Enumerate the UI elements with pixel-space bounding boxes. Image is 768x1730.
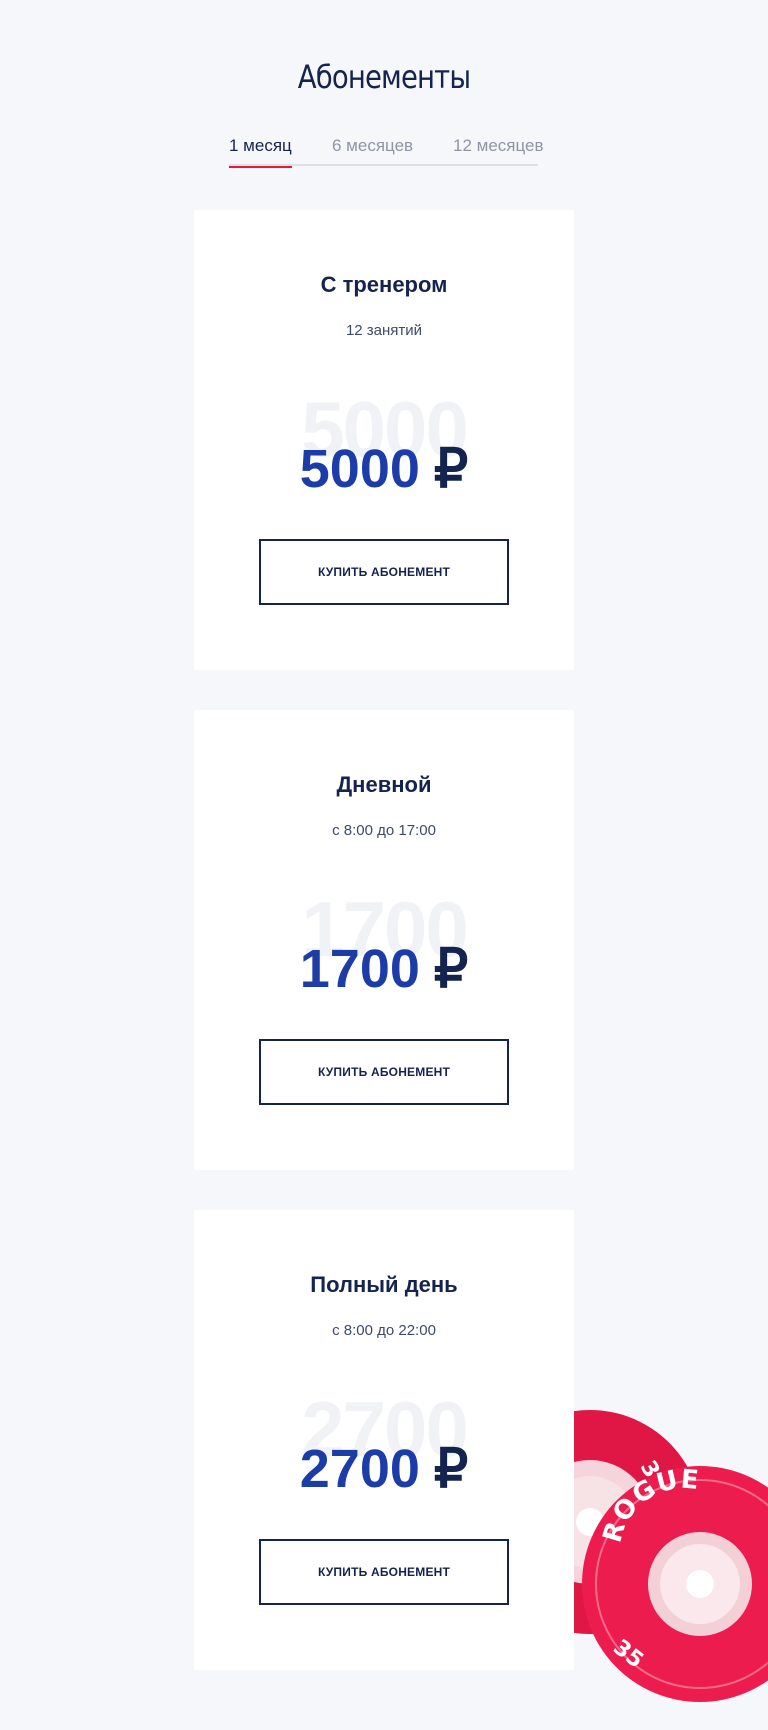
plan-price: 5000 ₽	[194, 442, 574, 496]
price-value: 2700	[299, 1439, 420, 1499]
period-tabs: 1 месяц 6 месяцев 12 месяцев	[229, 134, 544, 168]
plan-subtitle: 12 занятий	[345, 322, 423, 339]
price-currency: ₽	[433, 439, 469, 499]
page-title: Абонементы	[297, 58, 471, 96]
plan-price: 1700 ₽	[194, 942, 574, 996]
price-value: 5000	[299, 439, 420, 499]
plan-subtitle: с 8:00 до 22:00	[332, 1322, 436, 1339]
tab-12-months[interactable]: 12 месяцев	[453, 136, 544, 156]
plan-title: Полный день	[310, 1272, 458, 1297]
plan-card-day: Дневной с 8:00 до 17:00 1700 1700 ₽ КУПИТ…	[194, 710, 574, 1170]
plan-title: С тренером	[320, 272, 448, 297]
bumper-plates-icon: 35 ROGUE 35	[574, 1410, 768, 1702]
tab-6-months[interactable]: 6 месяцев	[332, 136, 413, 156]
price-currency: ₽	[433, 1439, 469, 1499]
buy-subscription-button[interactable]: КУПИТЬ АБОНЕМЕНТ	[259, 1539, 509, 1605]
weight-plates-image: 35 ROGUE 35	[574, 1404, 768, 1704]
plan-subtitle: с 8:00 до 17:00	[332, 822, 436, 839]
plan-card-trainer: С тренером 12 занятий 5000 5000 ₽ КУПИТЬ …	[194, 210, 574, 670]
price-currency: ₽	[433, 939, 469, 999]
plan-title: Дневной	[336, 772, 432, 797]
plan-card-full-day: Полный день с 8:00 до 22:00 2700 2700 ₽ К…	[194, 1210, 574, 1670]
tab-1-month[interactable]: 1 месяц	[229, 136, 292, 168]
plan-price: 2700 ₽	[194, 1442, 574, 1496]
buy-subscription-button[interactable]: КУПИТЬ АБОНЕМЕНТ	[259, 539, 509, 605]
price-value: 1700	[299, 939, 420, 999]
buy-subscription-button[interactable]: КУПИТЬ АБОНЕМЕНТ	[259, 1039, 509, 1105]
